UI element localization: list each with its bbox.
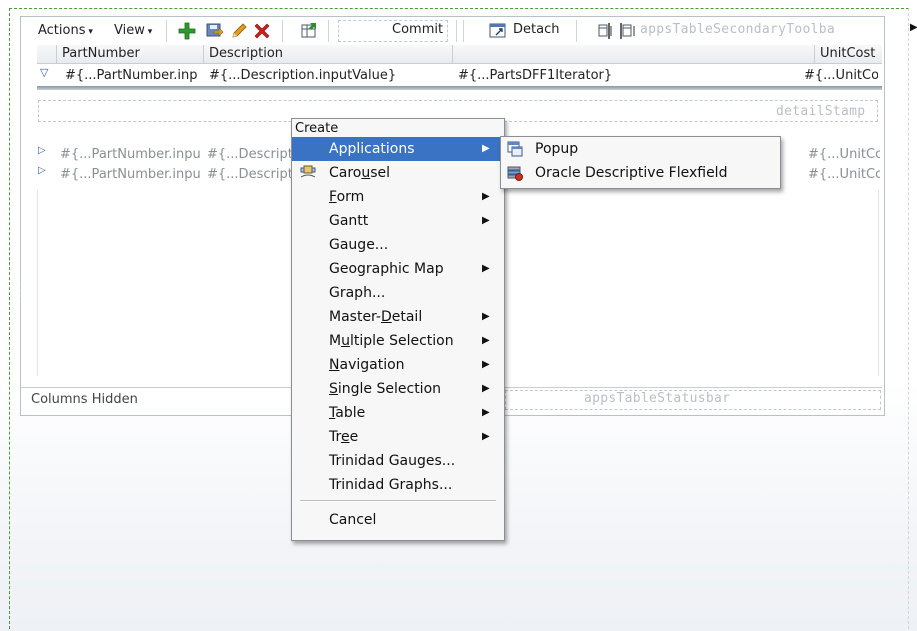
flexfield-icon — [507, 166, 523, 181]
column-header-dff[interactable] — [452, 45, 814, 63]
submenu-arrow-icon: ▶ — [482, 359, 490, 370]
menu-item-label: Multiple Selection — [329, 333, 454, 349]
popup-icon — [507, 141, 523, 157]
cell-partnumber: #{...PartNumber.inpu — [60, 147, 201, 162]
menu-item-label: Trinidad Graphs... — [329, 477, 453, 493]
menu-item-label: Form — [329, 189, 365, 205]
submenu-item-label: Popup — [535, 141, 579, 157]
column-header-unitcost[interactable]: UnitCost — [814, 45, 882, 63]
menu-item-trinidad-gauges[interactable]: Trinidad Gauges... — [292, 449, 502, 473]
submenu-arrow-icon: ▶ — [482, 263, 490, 274]
menu-separator — [300, 500, 496, 502]
toolbar-separator — [576, 20, 577, 42]
add-icon[interactable] — [178, 22, 196, 40]
cell-unitcost: #{...UnitCos — [808, 147, 880, 162]
menu-item-label: Master-Detail — [329, 309, 423, 325]
menu-item-navigation[interactable]: Navigation ▶ — [292, 353, 502, 377]
detach-button[interactable]: Detach — [513, 22, 559, 37]
menu-item-form[interactable]: Form ▶ — [292, 185, 502, 209]
cell-iterator: #{...PartsDFF1Iterator} — [458, 68, 613, 83]
columns-hidden-label: Columns Hidden — [31, 392, 138, 407]
toolbar-separator — [456, 20, 457, 42]
edit-icon[interactable] — [230, 22, 248, 40]
menu-item-carousel[interactable]: Carousel — [292, 161, 502, 185]
detail-stamp-label: detailStamp — [776, 104, 866, 119]
menu-item-label: Single Selection — [329, 381, 442, 397]
menu-item-table[interactable]: Table ▶ — [292, 401, 502, 425]
row-divider — [37, 86, 882, 90]
cell-unitcost: #{...UnitCo — [804, 68, 878, 83]
column-header-partnumber[interactable]: PartNumber — [56, 45, 203, 63]
submenu-item-label: Oracle Descriptive Flexfield — [535, 165, 728, 181]
submenu-arrow-icon: ▶ — [482, 335, 490, 346]
freeze-icon[interactable] — [598, 22, 614, 40]
statusbar-label: appsTableStatusbar — [581, 391, 734, 406]
menu-item-tree[interactable]: Tree ▶ — [292, 425, 502, 449]
secondary-toolbar-label: appsTableSecondaryToolba — [640, 22, 836, 37]
actions-menu[interactable]: Actions ▾ — [38, 23, 93, 38]
menu-item-geographic-map[interactable]: Geographic Map ▶ — [292, 257, 502, 281]
submenu-item-flexfield[interactable]: Oracle Descriptive Flexfield — [501, 161, 778, 185]
export-icon[interactable] — [300, 22, 318, 40]
menu-item-label: Graph... — [329, 285, 386, 301]
submenu-arrow-icon: ▶ — [482, 311, 490, 322]
menu-item-label: Navigation — [329, 357, 405, 373]
submenu-arrow-icon: ▶ — [482, 191, 490, 202]
submenu-arrow-icon: ▶ — [482, 215, 490, 226]
cell-unitcost: #{...UnitCos — [808, 167, 880, 182]
panel-edge — [20, 283, 22, 303]
collapse-toggle-icon[interactable]: ▽ — [40, 66, 48, 79]
expand-toggle-icon[interactable]: ▷ — [38, 145, 46, 156]
submenu-arrow-icon: ▶ — [482, 383, 490, 394]
cell-partnumber: #{...PartNumber.inpu — [60, 167, 201, 182]
menu-item-gantt[interactable]: Gantt ▶ — [292, 209, 502, 233]
cell-description: #{...Descript — [207, 147, 293, 162]
menu-item-applications[interactable]: Applications ▶ — [292, 137, 502, 161]
menu-item-label: Gantt — [329, 213, 369, 229]
toolbar-separator — [328, 20, 329, 42]
save-icon[interactable] — [205, 22, 223, 40]
context-menu-title: Create — [295, 121, 339, 136]
commit-button[interactable]: Commit — [392, 22, 443, 37]
menu-item-cancel[interactable]: Cancel — [292, 508, 502, 532]
column-header-description[interactable]: Description — [203, 45, 452, 63]
detach-icon[interactable] — [489, 22, 507, 40]
cell-partnumber: #{...PartNumber.inp — [65, 68, 198, 83]
menu-item-single-selection[interactable]: Single Selection ▶ — [292, 377, 502, 401]
menu-item-label: Cancel — [329, 512, 377, 528]
menu-item-master-detail[interactable]: Master-Detail ▶ — [292, 305, 502, 329]
expand-toggle-icon[interactable]: ▷ — [38, 165, 46, 176]
menu-item-label: Applications — [329, 141, 415, 157]
view-menu[interactable]: View ▾ — [114, 23, 152, 38]
submenu-arrow-icon: ▶ — [482, 431, 490, 442]
submenu-arrow-icon: ▶ — [482, 407, 490, 418]
menu-item-label: Table — [329, 405, 366, 421]
wrap-icon[interactable] — [620, 22, 636, 40]
menu-item-label: Carousel — [329, 165, 391, 181]
cell-description: #{...Descript — [207, 167, 293, 182]
submenu-item-popup[interactable]: Popup — [501, 137, 778, 161]
menu-item-label: Geographic Map — [329, 261, 444, 277]
menu-item-label: Trinidad Gauges... — [329, 453, 456, 469]
menu-item-label: Tree — [329, 429, 359, 445]
toolbar-separator — [463, 20, 464, 42]
toolbar-separator — [166, 20, 167, 42]
submenu-arrow-icon: ▶ — [482, 143, 490, 154]
delete-icon[interactable] — [253, 22, 271, 40]
toolbar-separator — [282, 20, 283, 42]
menu-item-gauge[interactable]: Gauge... — [292, 233, 502, 257]
menu-item-trinidad-graphs[interactable]: Trinidad Graphs... — [292, 473, 502, 497]
menu-item-graph[interactable]: Graph... — [292, 281, 502, 305]
cell-description: #{...Description.inputValue} — [209, 68, 397, 83]
scroll-right-arrow[interactable]: ▶ — [910, 22, 917, 33]
menu-item-label: Gauge... — [329, 237, 389, 253]
carousel-icon — [300, 165, 316, 178]
menu-item-multiple-selection[interactable]: Multiple Selection ▶ — [292, 329, 502, 353]
